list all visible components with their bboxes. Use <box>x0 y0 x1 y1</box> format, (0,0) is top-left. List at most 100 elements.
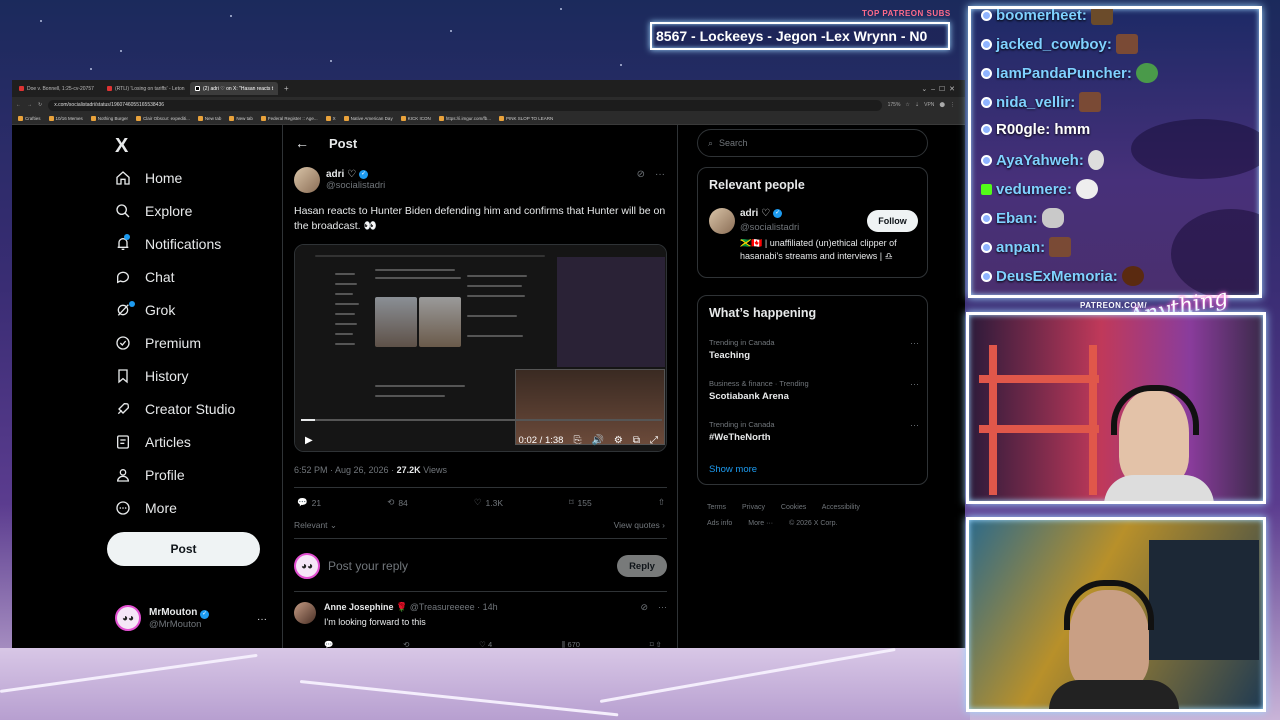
sort-replies[interactable]: Relevant ⌄ <box>294 520 337 531</box>
video-player[interactable]: ▶ 0:02 / 1:38 ⎘ 🔊 ⚙ ⧉ ⤢ <box>294 244 667 452</box>
bookmark-item[interactable]: New tab <box>197 116 221 121</box>
post-text: Hasan reacts to Hunter Biden defending h… <box>294 205 666 232</box>
trend-item[interactable]: Trending in Canada Teaching ··· <box>709 338 919 361</box>
trend-more-icon[interactable]: ··· <box>910 379 919 389</box>
view-quotes-link[interactable]: View quotes › <box>614 520 665 530</box>
trend-item[interactable]: Business & finance · Trending Scotiabank… <box>709 379 919 402</box>
nav-chat[interactable]: Chat <box>115 269 175 285</box>
play-icon[interactable]: ▶ <box>305 435 313 446</box>
footer-link[interactable]: Terms <box>707 504 726 511</box>
tab-x-post[interactable]: (2) adri ♡ on X: "Hasan reacts t <box>190 82 278 95</box>
repost-icon[interactable]: ⟲ <box>403 640 409 648</box>
articles-icon <box>117 435 129 449</box>
url-field[interactable]: x.com/socialistadri/status/1960746055165… <box>48 99 882 111</box>
tab-youtube[interactable]: (RTLI) 'Losing on tariffs' - Leton <box>102 82 190 95</box>
bookmark-action[interactable]: ⌑ 155 <box>569 497 592 508</box>
nav-more[interactable]: More <box>115 500 177 516</box>
x-logo[interactable]: X <box>115 135 128 158</box>
author-avatar[interactable] <box>294 167 320 193</box>
account-handle: @MrMouton <box>149 618 202 630</box>
reply-more-icon[interactable]: ··· <box>658 602 667 613</box>
zoom-level[interactable]: 175% <box>888 102 901 108</box>
search-input[interactable]: ⌕ Search <box>697 129 928 157</box>
download-icon[interactable]: ⇣ <box>915 102 919 108</box>
nav-premium[interactable]: Premium <box>115 335 201 351</box>
nav-articles[interactable]: Articles <box>115 434 191 450</box>
rocket-icon <box>117 402 130 415</box>
fullscreen-icon[interactable]: ⤢ <box>650 435 658 446</box>
bookmark-item[interactable]: X <box>325 116 336 121</box>
vpn-badge[interactable]: VPN <box>924 102 934 108</box>
bookmark-item[interactable]: Clair Obscur: expediti... <box>136 116 190 121</box>
window-controls[interactable]: ⌄ – ☐ ✕ <box>921 85 965 93</box>
menu-icon[interactable]: ⋮ <box>950 102 955 108</box>
bookmark-item[interactable]: Crafties <box>18 116 41 121</box>
footer-link[interactable]: More ··· <box>748 520 773 527</box>
reply-action[interactable]: 💬 21 <box>297 497 321 508</box>
post-more-icon[interactable]: ··· <box>655 169 665 180</box>
chat-message: vedumere: <box>981 179 1098 199</box>
extensions-icon[interactable]: ⬤ <box>939 102 945 108</box>
settings-icon[interactable]: ⚙ <box>614 435 623 446</box>
post-timestamp[interactable]: 6:52 PM · Aug 26, 2026 · 27.2K Views <box>294 465 447 475</box>
author-name: adri ♡ <box>326 169 357 180</box>
tab-bar: Doe v. Bonnell, 1:25-cv-20757 (RTLI) 'Lo… <box>12 80 965 97</box>
grok-analyze-icon[interactable]: ⊘ <box>640 602 648 613</box>
account-switcher[interactable]: ◕◕ MrMouton ✓ @MrMouton <box>115 605 210 631</box>
bookmark-item[interactable]: Federal Register :: Age... <box>260 116 318 121</box>
tab-doe-v-bonnell[interactable]: Doe v. Bonnell, 1:25-cv-20757 <box>14 82 102 95</box>
nav-profile[interactable]: Profile <box>115 467 185 483</box>
like-action[interactable]: ♡ 1.3K <box>474 497 503 508</box>
like-action[interactable]: ♡ 4 <box>479 640 492 648</box>
reload-icon[interactable]: ↻ <box>38 102 42 108</box>
nav-home[interactable]: Home <box>115 170 182 186</box>
nav-history[interactable]: History <box>115 368 189 384</box>
footer-link[interactable]: Ads info <box>707 520 732 527</box>
follow-button[interactable]: Follow <box>867 210 918 232</box>
chat-message: IamPandaPuncher: <box>981 63 1158 83</box>
show-more-link[interactable]: Show more <box>709 464 757 475</box>
star-icon[interactable]: ☆ <box>905 102 909 108</box>
footer-link[interactable]: Cookies <box>781 504 806 511</box>
bookmark-item[interactable]: Native American Day <box>343 116 393 121</box>
bookmark-item[interactable]: 10/16 Memes <box>48 116 83 121</box>
avatar[interactable] <box>294 602 316 624</box>
bookmark-item[interactable]: Nothing Burger <box>90 116 128 121</box>
post-author[interactable]: adri ♡ ✓ @socialistadri <box>294 167 385 193</box>
bookmark-item[interactable]: New tab <box>229 116 253 121</box>
pip-icon[interactable]: ⧉ <box>633 435 640 446</box>
reply-button[interactable]: Reply <box>617 555 667 577</box>
volume-icon[interactable]: 🔊 <box>591 435 603 446</box>
bookmark-item[interactable]: KICK ICON <box>400 116 431 121</box>
trend-more-icon[interactable]: ··· <box>910 338 919 348</box>
back-arrow-icon[interactable]: ← <box>295 135 309 151</box>
reply-input[interactable]: Post your reply <box>328 559 609 573</box>
nav-grok[interactable]: Grok <box>115 302 175 318</box>
bookmark-icon[interactable]: ⌑ ⇧ <box>650 640 662 648</box>
nav-explore[interactable]: Explore <box>115 203 192 219</box>
trend-more-icon[interactable]: ··· <box>910 420 919 430</box>
reply-icon[interactable]: 💬 <box>324 640 333 648</box>
back-icon[interactable]: ← <box>16 102 21 108</box>
bookmark-item[interactable]: https://i.imgur.com/fb... <box>438 116 491 121</box>
avatar[interactable] <box>709 208 735 234</box>
chat-message: jacked_cowboy: <box>981 34 1138 54</box>
new-tab-button[interactable]: + <box>278 84 295 93</box>
account-more-icon[interactable]: ··· <box>257 614 267 625</box>
avatar: ◕◕ <box>115 605 141 631</box>
captions-icon[interactable]: ⎘ <box>573 435 581 446</box>
post-button[interactable]: Post <box>107 532 260 566</box>
footer-link[interactable]: Privacy <box>742 504 765 511</box>
share-action[interactable]: ⇧ <box>658 497 665 508</box>
grok-analyze-icon[interactable]: ⊘ <box>637 169 645 180</box>
trend-item[interactable]: Trending in Canada #WeTheNorth ··· <box>709 420 919 443</box>
footer-link[interactable]: Accessibility <box>822 504 860 511</box>
nav-notifications[interactable]: Notifications <box>115 236 221 252</box>
video-time: 0:02 / 1:38 <box>518 434 564 446</box>
video-progress-bar[interactable] <box>301 419 662 421</box>
bookmark-item[interactable]: PINK SLOP TO LEARN <box>499 116 553 121</box>
nav-creator-studio[interactable]: Creator Studio <box>115 401 235 417</box>
views-action[interactable]: ⫼ 670 <box>562 640 580 648</box>
forward-icon[interactable]: → <box>27 102 32 108</box>
repost-action[interactable]: ⟲ 84 <box>387 497 408 508</box>
